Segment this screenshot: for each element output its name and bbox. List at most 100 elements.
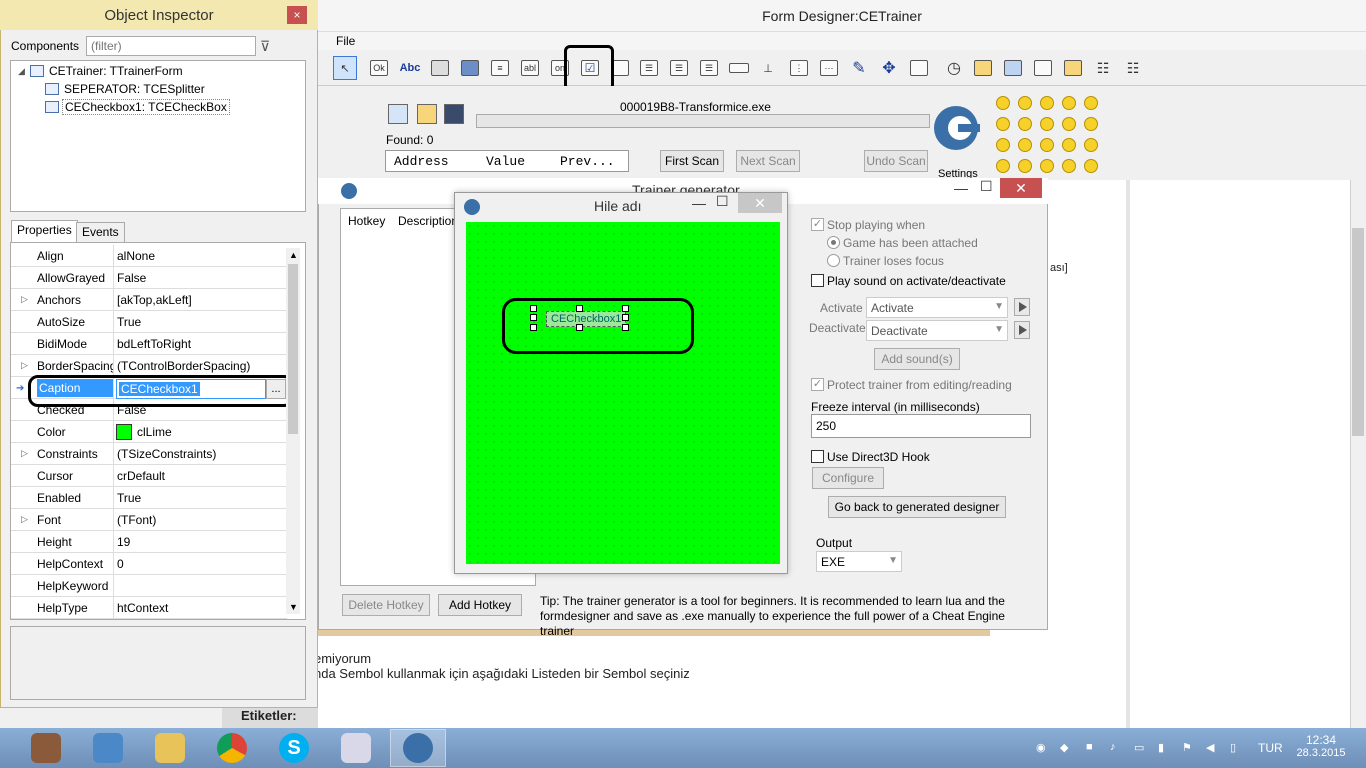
taskbar-app-chrome[interactable] [204,729,260,767]
expand-icon[interactable]: ▷ [21,360,28,371]
protect-checkbox[interactable]: ✓ [811,378,824,391]
components-filter-input[interactable] [86,36,256,56]
property-row-helpkeyword[interactable]: HelpKeyword [11,575,287,597]
emoticon-icon[interactable] [996,159,1010,173]
timer-tool[interactable]: ◷ [942,56,966,80]
scroll-up-icon[interactable]: ▲ [289,250,298,260]
savedialog-tool[interactable] [1001,56,1025,80]
hile-form-canvas[interactable] [466,222,780,564]
property-row-cursor[interactable]: Cursor crDefault [11,465,287,487]
property-row-align[interactable]: Align alNone [11,245,287,267]
deactivate-sound-select[interactable]: Deactivate ▼ [866,320,1008,341]
emoticon-icon[interactable] [1040,138,1054,152]
property-value[interactable]: (TSizeConstraints) [117,447,285,461]
listbox-tool[interactable]: ☰ [637,56,661,80]
minimize-icon[interactable]: — [692,195,706,211]
taskbar-app-avatar[interactable] [18,729,74,767]
volume-tray-icon[interactable]: ♪ [1110,741,1116,753]
property-row-enabled[interactable]: Enabled True [11,487,287,509]
property-value[interactable]: True [117,315,285,329]
listview-tool[interactable]: ☰ [667,56,691,80]
property-row-helpcontext[interactable]: HelpContext 0 [11,553,287,575]
property-row-color[interactable]: Color clLime [11,421,287,443]
tab-properties[interactable]: Properties [11,220,78,242]
display-tray-icon[interactable]: ▭ [1134,741,1144,754]
emoticon-icon[interactable] [1062,138,1076,152]
taskbar-app-explorer[interactable] [142,729,198,767]
direct3d-checkbox[interactable] [811,450,824,463]
popupmenu-tool[interactable]: ☷ [1121,56,1145,80]
emoticon-icon[interactable] [1040,96,1054,110]
emoticon-icon[interactable] [1018,96,1032,110]
grid-tool[interactable]: ⋯ [817,56,841,80]
battery-tray-icon[interactable]: ▯ [1230,741,1236,754]
trackbar-tool[interactable]: ⊥ [756,56,780,80]
emoticon-icon[interactable] [1040,117,1054,131]
memo-tool[interactable]: ≡ [488,56,512,80]
tabcontrol-tool[interactable] [907,56,931,80]
property-scrollbar-thumb[interactable] [288,264,298,434]
splitter-tool[interactable]: ✥ [877,56,901,80]
taskbar-app-paint[interactable] [328,729,384,767]
property-row-borderspacing[interactable]: ▷ BorderSpacing (TControlBorderSpacing) [11,355,287,377]
property-row-anchors[interactable]: ▷ Anchors [akTop,akLeft] [11,289,287,311]
tray-app-icon[interactable]: ■ [1086,741,1093,753]
property-row-allowgrayed[interactable]: AllowGrayed False [11,267,287,289]
undo-scan-button[interactable]: Undo Scan [864,150,928,172]
tab-events[interactable]: Events [76,222,125,242]
tree-item-cecheckbox1[interactable]: CECheckbox1: TCECheckBox [62,99,230,115]
play-activate-icon[interactable] [1014,298,1030,316]
opendialog-tool[interactable] [971,56,995,80]
add-sounds-button[interactable]: Add sound(s) [874,348,960,370]
menu-tool[interactable]: ☷ [1091,56,1115,80]
minimize-icon[interactable]: — [954,180,968,196]
emoticon-icon[interactable] [1084,138,1098,152]
selectdir-tool[interactable] [1061,56,1085,80]
col-value[interactable]: Value [486,154,525,169]
scroll-down-icon[interactable]: ▼ [289,602,298,612]
next-scan-button[interactable]: Next Scan [736,150,800,172]
col-hotkey[interactable]: Hotkey [348,214,385,228]
close-button[interactable]: ✕ [1000,178,1042,198]
play-sound-checkbox[interactable] [811,274,824,287]
output-select[interactable]: EXE ▼ [816,551,902,572]
property-value[interactable]: True [117,491,285,505]
process-select-icon[interactable] [388,104,408,124]
property-value[interactable]: False [117,271,285,285]
col-address[interactable]: Address [394,154,449,169]
property-row-helptype[interactable]: HelpType htContext [11,597,287,619]
taskbar-app-cheat-engine[interactable] [390,729,446,767]
combobox-tool[interactable]: ☰ [697,56,721,80]
hile-close-button[interactable]: ✕ [738,193,782,213]
save-file-icon[interactable] [444,104,464,124]
emoticon-icon[interactable] [1084,117,1098,131]
expand-icon[interactable]: ▷ [21,514,28,525]
emoticon-icon[interactable] [1018,138,1032,152]
page-scrollbar-thumb[interactable] [1352,228,1364,436]
panel-tool[interactable] [428,56,452,80]
emoticon-icon[interactable] [1062,159,1076,173]
maximize-icon[interactable]: ☐ [980,178,993,195]
play-deactivate-icon[interactable] [1014,321,1030,339]
tray-app-icon[interactable]: ◆ [1060,741,1068,754]
edit-tool[interactable]: abl [518,56,542,80]
property-value[interactable]: alNone [117,249,285,263]
delete-hotkey-button[interactable]: Delete Hotkey [342,594,430,616]
property-value[interactable]: 19 [117,535,285,549]
property-value[interactable]: crDefault [117,469,285,483]
expand-icon[interactable]: ▷ [21,294,28,305]
property-row-constraints[interactable]: ▷ Constraints (TSizeConstraints) [11,443,287,465]
emoticon-icon[interactable] [996,96,1010,110]
property-row-font[interactable]: ▷ Font (TFont) [11,509,287,531]
property-value[interactable]: bdLeftToRight [117,337,285,351]
property-value[interactable]: 0 [117,557,285,571]
pointer-tool-button[interactable]: ↖ [333,56,357,80]
flag-tray-icon[interactable]: ⚑ [1182,741,1192,754]
tree-item-separator[interactable]: SEPERATOR: TCESplitter [64,82,205,96]
emoticon-icon[interactable] [1062,96,1076,110]
emoticon-icon[interactable] [1018,117,1032,131]
col-prev[interactable]: Prev... [560,154,615,169]
property-value[interactable]: (TFont) [117,513,285,527]
tree-collapse-icon[interactable]: ◢ [18,66,25,77]
emoticon-icon[interactable] [996,138,1010,152]
